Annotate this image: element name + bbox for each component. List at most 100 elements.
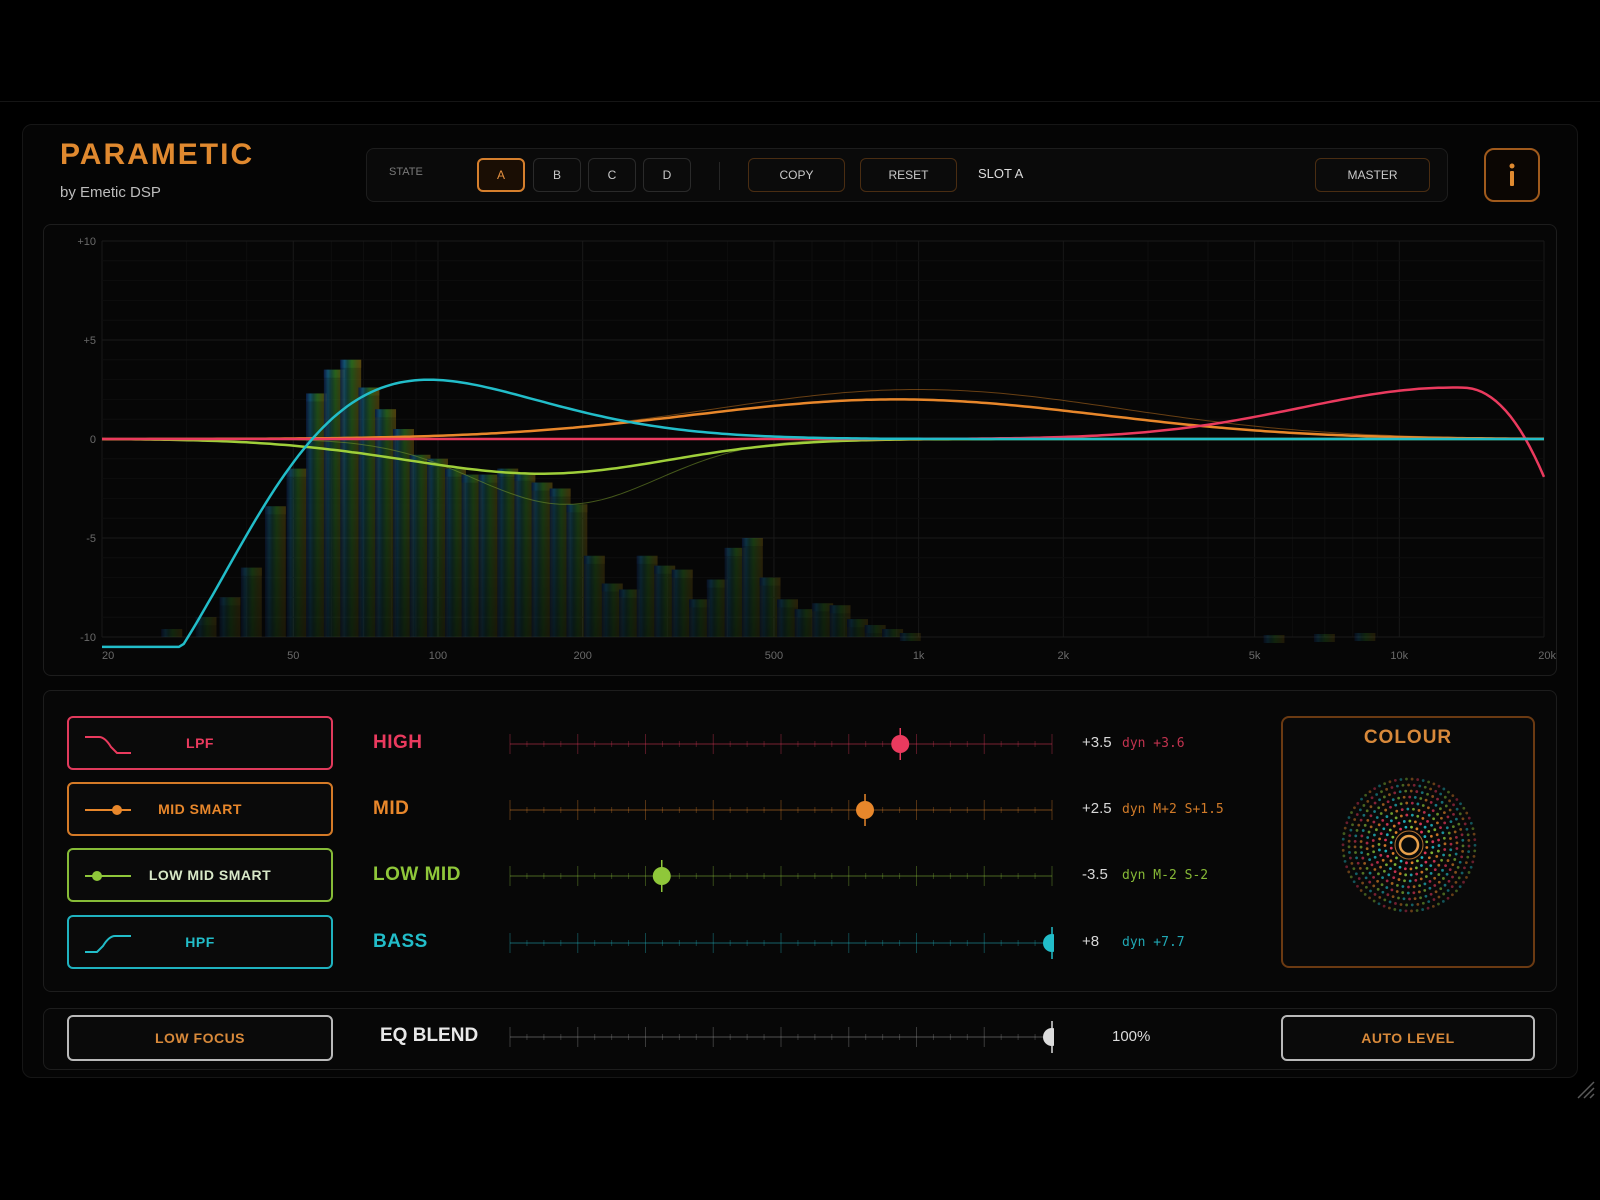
colour-dot — [1397, 821, 1401, 825]
colour-dot — [1433, 884, 1437, 887]
colour-dot — [1440, 858, 1443, 862]
reset-button[interactable]: RESET — [860, 158, 957, 192]
colour-dot — [1427, 813, 1431, 817]
mid-slider[interactable] — [508, 792, 1054, 828]
state-d-button[interactable]: D — [643, 158, 691, 192]
colour-dot — [1363, 823, 1367, 827]
colour-dot — [1362, 804, 1366, 807]
colour-dot — [1435, 854, 1439, 858]
colour-dot — [1448, 808, 1452, 812]
colour-dot — [1420, 864, 1423, 867]
slider-thumb[interactable] — [652, 867, 671, 885]
colour-dot — [1463, 866, 1466, 870]
colour-dot — [1359, 818, 1363, 822]
colour-dot — [1427, 806, 1430, 810]
colour-dot — [1361, 856, 1365, 860]
colour-dot — [1389, 819, 1393, 823]
top-divider — [0, 101, 1600, 102]
spectrum-bar-cap — [636, 555, 658, 564]
info-button[interactable] — [1484, 148, 1540, 202]
resize-grip-icon[interactable] — [1572, 1076, 1596, 1100]
colour-dot — [1415, 872, 1419, 876]
colour-dot — [1341, 848, 1345, 852]
copy-button[interactable]: COPY — [748, 158, 845, 192]
colour-dot — [1394, 902, 1397, 905]
high-slider[interactable] — [508, 726, 1054, 762]
colour-dot — [1428, 886, 1432, 890]
colour-dot — [1390, 888, 1394, 892]
colour-dot-ring-visual[interactable] — [1334, 770, 1484, 920]
state-c-button[interactable]: C — [588, 158, 636, 192]
spectrum-bar-cap — [1263, 635, 1285, 644]
colour-dot — [1431, 904, 1435, 908]
low-mid-slider[interactable] — [508, 858, 1054, 894]
colour-dot — [1460, 855, 1464, 859]
colour-dot — [1418, 884, 1421, 888]
colour-dot — [1457, 876, 1461, 880]
spectrum-bar — [478, 474, 500, 637]
slider-thumb[interactable] — [856, 801, 875, 819]
colour-dot — [1416, 902, 1420, 906]
colour-dot — [1437, 873, 1441, 876]
colour-dot — [1412, 783, 1416, 787]
colour-dot — [1359, 845, 1363, 849]
colour-dot — [1410, 801, 1414, 805]
lpf-button[interactable]: LPF — [67, 716, 333, 770]
colour-dot — [1373, 893, 1377, 896]
x-tick-label: 20k — [1538, 650, 1556, 662]
state-b-button[interactable]: B — [533, 158, 581, 192]
colour-dot — [1391, 852, 1395, 855]
colour-dot — [1439, 792, 1443, 796]
bass-slider[interactable] — [508, 925, 1054, 961]
spectrum-bar — [583, 555, 605, 637]
colour-dot — [1406, 807, 1410, 811]
colour-dot — [1432, 898, 1436, 901]
spectrum-bar — [375, 409, 397, 637]
slider-thumb[interactable] — [891, 735, 910, 753]
eq-analyzer[interactable]: +10 +5 0 -5 -10 20 50 100 200 500 1k 2k 5k 10k 20k — [43, 224, 1557, 676]
eq-blend-slider[interactable] — [508, 1019, 1054, 1055]
colour-dot — [1385, 815, 1389, 818]
colour-dot — [1379, 865, 1382, 869]
lpf-icon — [85, 736, 131, 754]
low-mid-smart-button[interactable]: LOW MID SMART — [67, 848, 333, 902]
colour-dot — [1448, 868, 1452, 872]
low-focus-button[interactable]: LOW FOCUS — [67, 1015, 333, 1061]
y-tick-label: -10 — [80, 632, 96, 644]
eq-analyzer-graph[interactable]: +10 +5 0 -5 -10 20 50 100 200 500 1k 2k 5k 10k 20k — [44, 225, 1557, 676]
colour-dot — [1406, 891, 1410, 895]
colour-dot — [1364, 793, 1368, 797]
colour-dot — [1451, 875, 1454, 879]
master-button[interactable]: MASTER — [1315, 158, 1430, 192]
colour-dot — [1431, 845, 1435, 849]
auto-level-button[interactable]: AUTO LEVEL — [1281, 1015, 1535, 1061]
mid-smart-button[interactable]: MID SMART — [67, 782, 333, 836]
colour-dot — [1442, 853, 1445, 857]
colour-dot — [1423, 851, 1427, 855]
colour-dot — [1347, 845, 1351, 849]
x-tick-label: 100 — [429, 650, 447, 662]
slider-thumb[interactable] — [1043, 934, 1054, 952]
colour-dot — [1401, 783, 1405, 787]
colour-dot — [1425, 840, 1429, 844]
band-label-low-mid: LOW MID — [373, 864, 461, 885]
colour-dot — [1461, 838, 1465, 842]
spectrum-bar-cap — [240, 567, 262, 576]
colour-dot — [1464, 861, 1468, 864]
colour-dot — [1373, 868, 1377, 871]
hpf-button[interactable]: HPF — [67, 915, 333, 969]
colour-dot — [1403, 867, 1407, 871]
state-a-button[interactable]: A — [477, 158, 525, 192]
band-label-high: HIGH — [373, 732, 423, 753]
colour-dot — [1459, 827, 1463, 831]
colour-dot — [1347, 816, 1351, 819]
slider-thumb[interactable] — [1043, 1028, 1054, 1046]
colour-dot — [1414, 866, 1418, 870]
colour-dot — [1455, 847, 1459, 850]
colour-dot — [1397, 896, 1400, 900]
colour-dot — [1360, 851, 1364, 855]
colour-dot — [1454, 880, 1458, 884]
spectrum-bar-cap — [583, 555, 605, 564]
colour-dot — [1458, 860, 1462, 864]
colour-dot — [1429, 864, 1433, 868]
